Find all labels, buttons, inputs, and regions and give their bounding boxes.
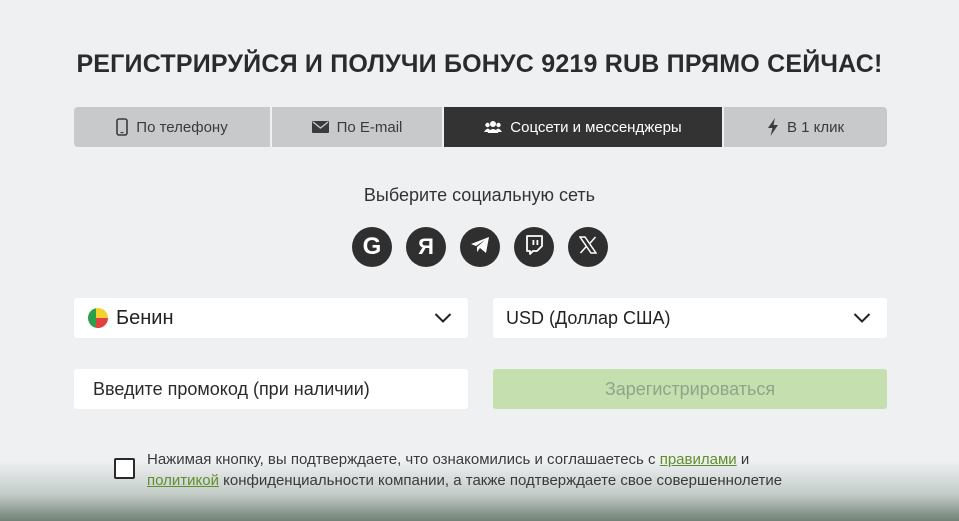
twitch-button[interactable] [514, 227, 554, 267]
social-network-list: G Я [352, 227, 608, 267]
registration-card: РЕГИСТРИРУЙСЯ И ПОЛУЧИ БОНУС 9219 RUB ПР… [0, 0, 959, 521]
registration-tabs: По телефону По E-mail Соцсети и мессендж… [74, 107, 887, 147]
promo-input[interactable] [93, 378, 453, 400]
twitch-icon [525, 234, 543, 260]
tab-social-label: Соцсети и мессенджеры [510, 118, 682, 136]
phone-icon [116, 118, 129, 136]
terms-text-part: конфиденциальности компании, а также под… [218, 472, 783, 489]
currency-select[interactable]: USD (Доллар США) [493, 298, 887, 338]
terms-text: Нажимая кнопку, вы подтверждаете, что оз… [147, 449, 847, 491]
chevron-down-icon [434, 311, 452, 329]
telegram-icon [470, 236, 490, 259]
terms-checkbox[interactable] [114, 458, 135, 479]
social-prompt: Выберите социальную сеть [363, 185, 596, 205]
benin-flag-icon [88, 308, 108, 328]
page-title: РЕГИСТРИРУЙСЯ И ПОЛУЧИ БОНУС 9219 RUB ПР… [76, 50, 883, 78]
tab-one-click-label: В 1 клик [786, 118, 845, 136]
x-button[interactable] [568, 227, 608, 267]
envelope-icon [311, 121, 329, 133]
rules-link[interactable]: правилами [660, 451, 737, 468]
google-icon: G [362, 233, 382, 260]
tab-email-label: По E-mail [336, 118, 403, 136]
tab-social[interactable]: Соцсети и мессенджеры [444, 107, 722, 147]
yandex-icon: Я [418, 234, 434, 259]
country-value: Бенин [116, 306, 174, 329]
currency-value: USD (Доллар США) [506, 307, 671, 328]
country-select[interactable]: Бенин [74, 298, 468, 338]
telegram-button[interactable] [460, 227, 500, 267]
tab-one-click[interactable]: В 1 клик [724, 107, 887, 147]
tab-phone-label: По телефону [136, 118, 228, 136]
x-icon [578, 235, 598, 259]
register-button[interactable]: Зарегистрироваться [493, 369, 887, 409]
policy-link[interactable]: политикой [147, 472, 219, 489]
tab-email[interactable]: По E-mail [272, 107, 442, 147]
chevron-down-icon [853, 311, 871, 329]
yandex-button[interactable]: Я [406, 227, 446, 267]
terms-text-part: и [736, 451, 750, 468]
promo-field[interactable] [74, 369, 468, 409]
tab-phone[interactable]: По телефону [74, 107, 270, 147]
users-icon [484, 120, 503, 134]
terms-text-part: Нажимая кнопку, вы подтверждаете, что оз… [147, 451, 660, 468]
lightning-icon [767, 118, 779, 136]
google-button[interactable]: G [352, 227, 392, 267]
